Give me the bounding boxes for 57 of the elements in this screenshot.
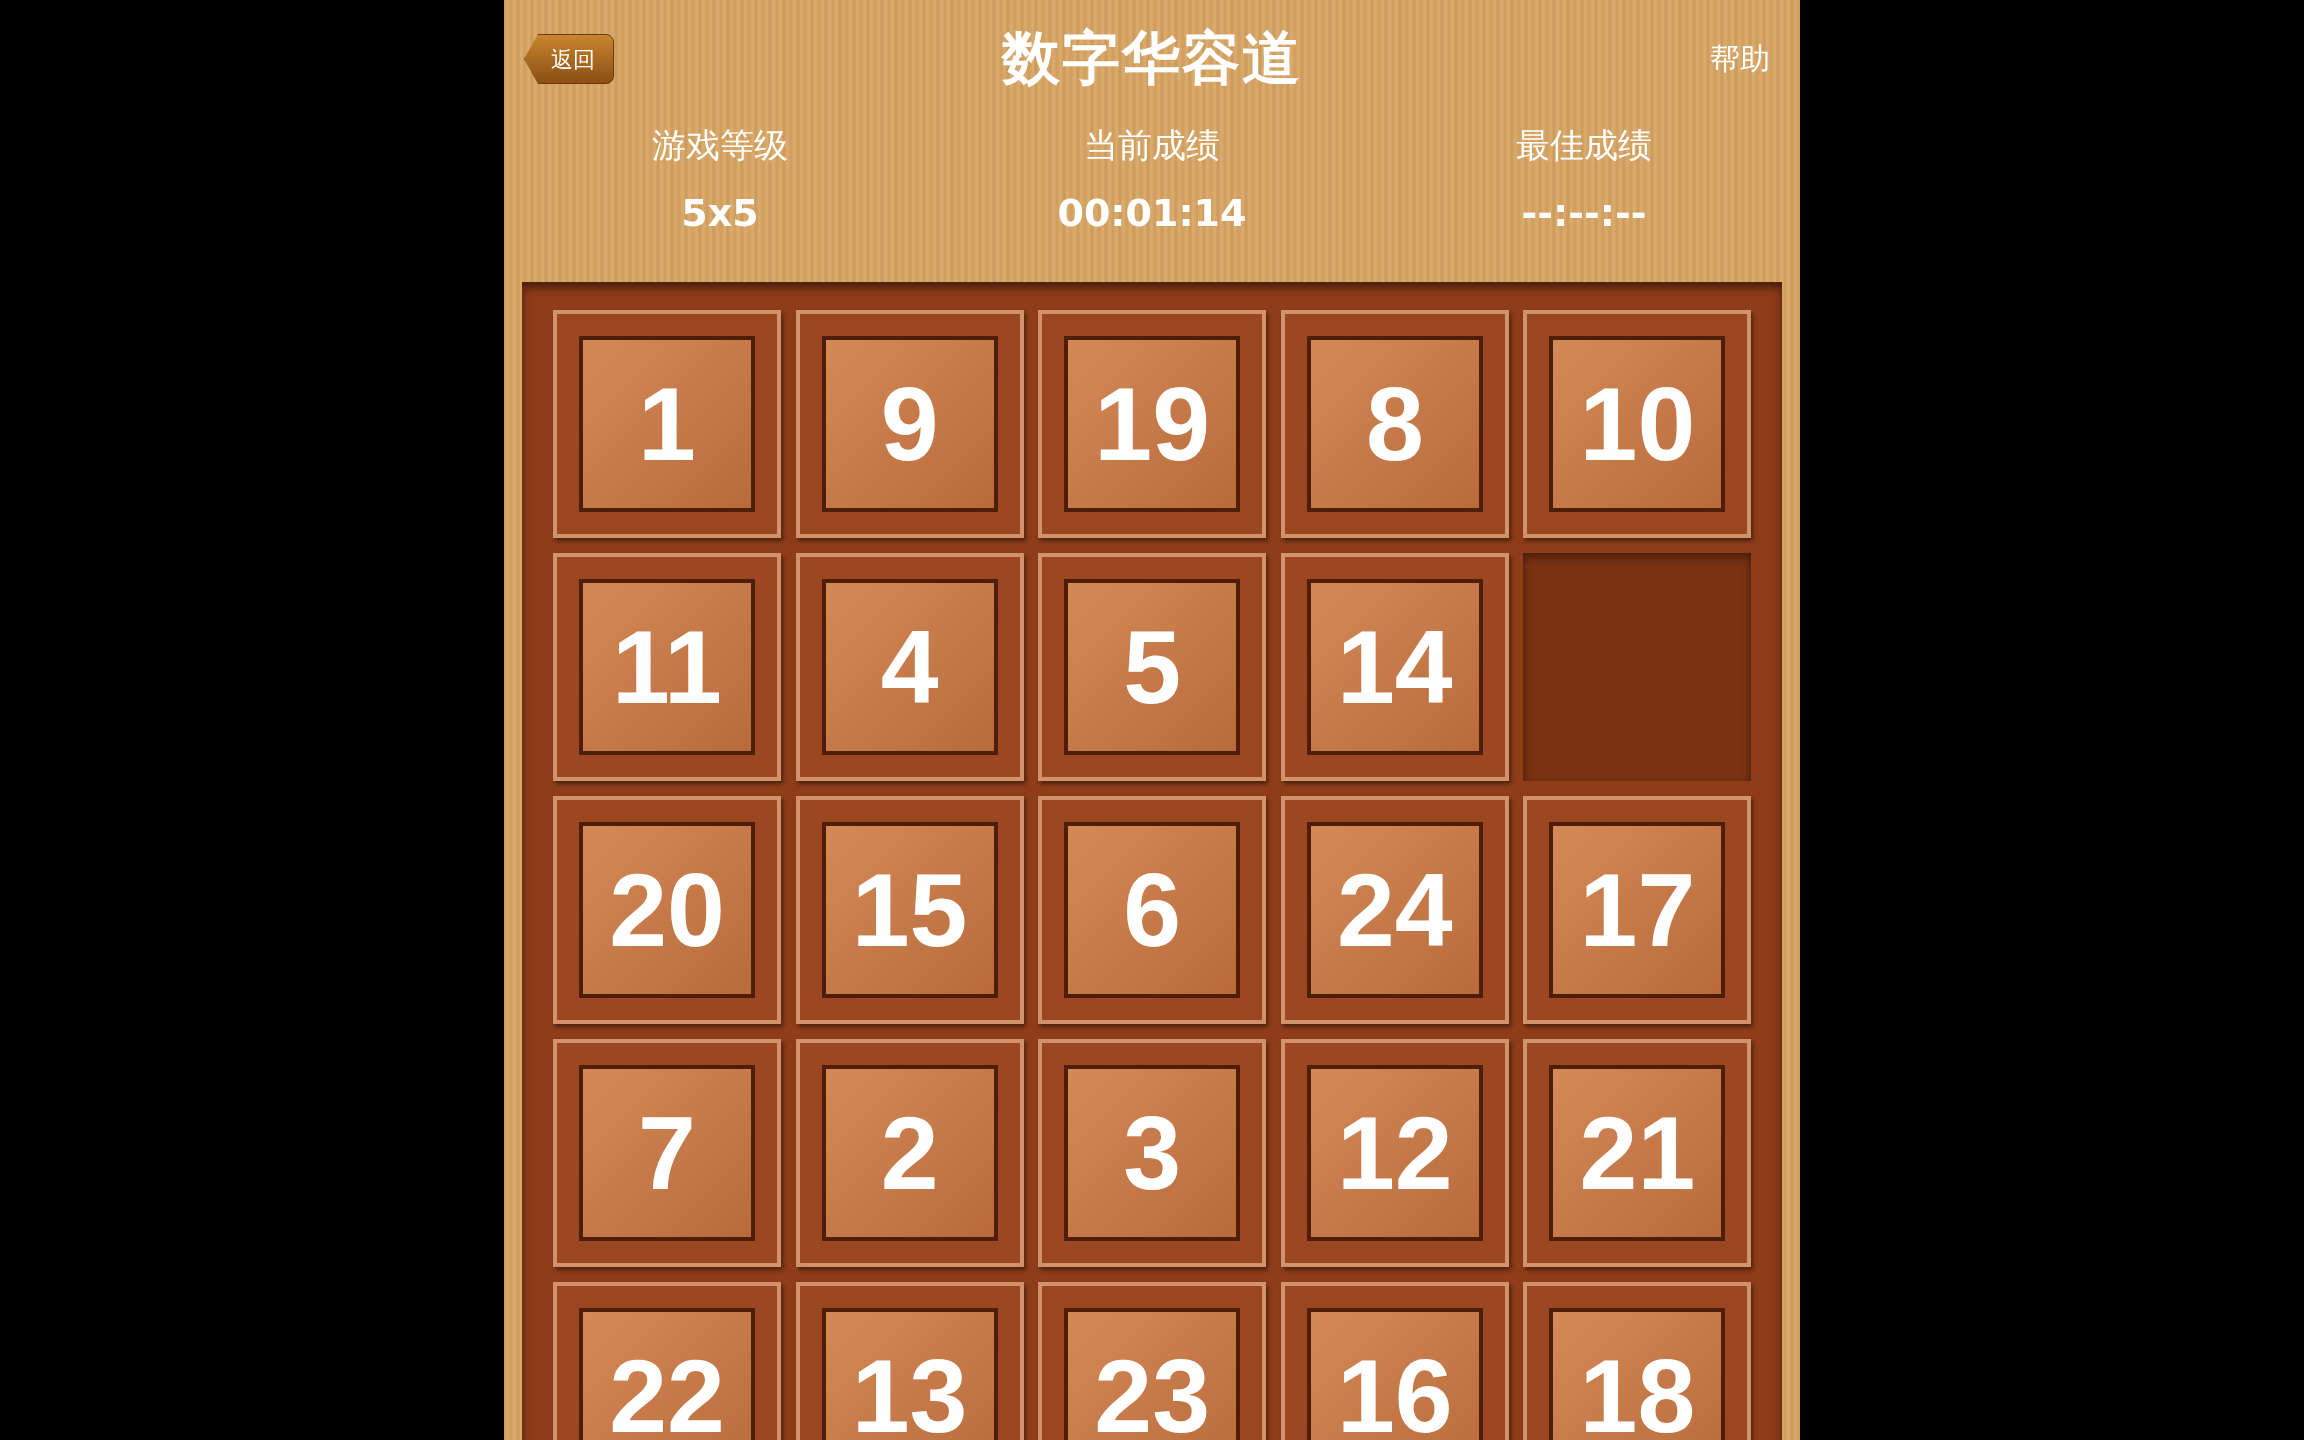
tile-number: 15	[851, 858, 968, 962]
tile-number: 13	[851, 1344, 968, 1440]
stat-label: 最佳成绩	[1516, 124, 1652, 167]
tile-number: 2	[880, 1101, 939, 1205]
number-tile[interactable]: 6	[1038, 796, 1267, 1024]
number-tile[interactable]: 19	[1038, 310, 1267, 538]
number-tile[interactable]: 24	[1280, 796, 1509, 1024]
tile-number: 18	[1579, 1344, 1696, 1440]
back-button[interactable]: 返回	[524, 34, 614, 84]
stat-value: --:--:--	[1521, 190, 1647, 237]
tile-number: 21	[1579, 1101, 1696, 1205]
tile-number: 20	[609, 858, 725, 962]
game-title: 数字华容道	[1002, 22, 1302, 94]
tile-number: 5	[1123, 615, 1182, 719]
number-tile[interactable]: 16	[1280, 1282, 1509, 1440]
stat-label: 当前成绩	[1084, 124, 1220, 167]
tile-number: 3	[1123, 1101, 1182, 1205]
number-tile[interactable]: 4	[795, 553, 1024, 781]
number-tile[interactable]: 1	[553, 310, 781, 538]
tile-number: 23	[1094, 1344, 1211, 1440]
number-tile[interactable]: 22	[553, 1282, 781, 1440]
number-tile[interactable]: 14	[1280, 553, 1509, 781]
tile-number: 6	[1123, 858, 1182, 962]
tile-number: 9	[880, 372, 939, 476]
tile-number: 1	[638, 372, 696, 476]
tile-number: 19	[1094, 372, 1211, 476]
stat-value: 00:01:14	[1057, 190, 1247, 237]
number-tile[interactable]: 15	[795, 796, 1024, 1024]
tile-number: 22	[609, 1344, 725, 1440]
tile-number: 16	[1336, 1344, 1453, 1440]
tile-number: 11	[612, 615, 722, 719]
tile-number: 7	[638, 1101, 696, 1205]
number-tile[interactable]: 5	[1038, 553, 1267, 781]
number-tile[interactable]: 12	[1280, 1039, 1509, 1267]
number-tile[interactable]: 23	[1038, 1282, 1267, 1440]
number-tile[interactable]: 9	[795, 310, 1024, 538]
number-tile[interactable]: 17	[1523, 796, 1752, 1024]
number-tile[interactable]: 20	[553, 796, 781, 1024]
tile-number: 14	[1336, 615, 1453, 719]
tile-number: 12	[1336, 1101, 1453, 1205]
tile-number: 10	[1579, 372, 1696, 476]
number-tile[interactable]: 13	[795, 1282, 1024, 1440]
tile-number: 24	[1336, 858, 1453, 962]
number-tile[interactable]: 3	[1038, 1039, 1267, 1267]
stat-value: 5x5	[681, 190, 759, 237]
number-tile[interactable]: 11	[553, 553, 781, 781]
number-tile[interactable]: 10	[1523, 310, 1752, 538]
tile-number: 17	[1579, 858, 1696, 962]
number-tile[interactable]: 8	[1280, 310, 1509, 538]
help-button[interactable]: 帮助	[1710, 36, 1770, 81]
stat-label: 游戏等级	[652, 124, 788, 167]
number-tile[interactable]: 21	[1523, 1039, 1752, 1267]
number-tile[interactable]: 2	[795, 1039, 1024, 1267]
number-tile[interactable]: 18	[1523, 1282, 1752, 1440]
tile-number: 4	[880, 615, 939, 719]
tile-number: 8	[1365, 372, 1424, 476]
number-tile[interactable]: 7	[553, 1039, 781, 1267]
